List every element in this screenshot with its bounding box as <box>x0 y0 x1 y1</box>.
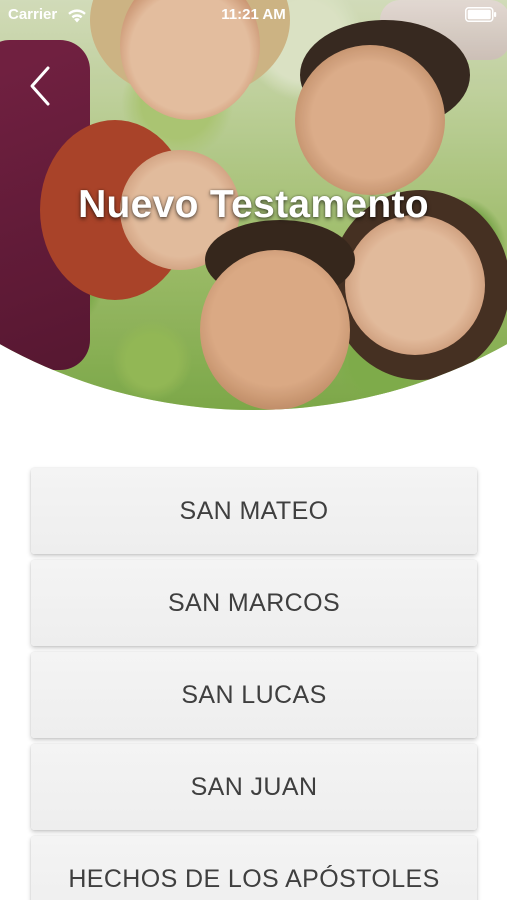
page-title: Nuevo Testamento <box>78 183 429 226</box>
book-button-hechos[interactable]: HECHOS DE LOS APÓSTOLES <box>31 836 477 900</box>
status-bar: Carrier 11:21 AM <box>0 0 507 30</box>
chevron-left-icon <box>30 66 50 106</box>
status-time: 11:21 AM <box>221 6 286 23</box>
book-list: SAN MATEO SAN MARCOS SAN LUCAS SAN JUAN … <box>31 468 477 900</box>
battery-icon <box>465 7 497 22</box>
book-button-san-marcos[interactable]: SAN MARCOS <box>31 560 477 646</box>
book-button-san-lucas[interactable]: SAN LUCAS <box>31 652 477 738</box>
book-button-san-mateo[interactable]: SAN MATEO <box>31 468 477 554</box>
back-button[interactable] <box>22 62 62 110</box>
book-button-san-juan[interactable]: SAN JUAN <box>31 744 477 830</box>
